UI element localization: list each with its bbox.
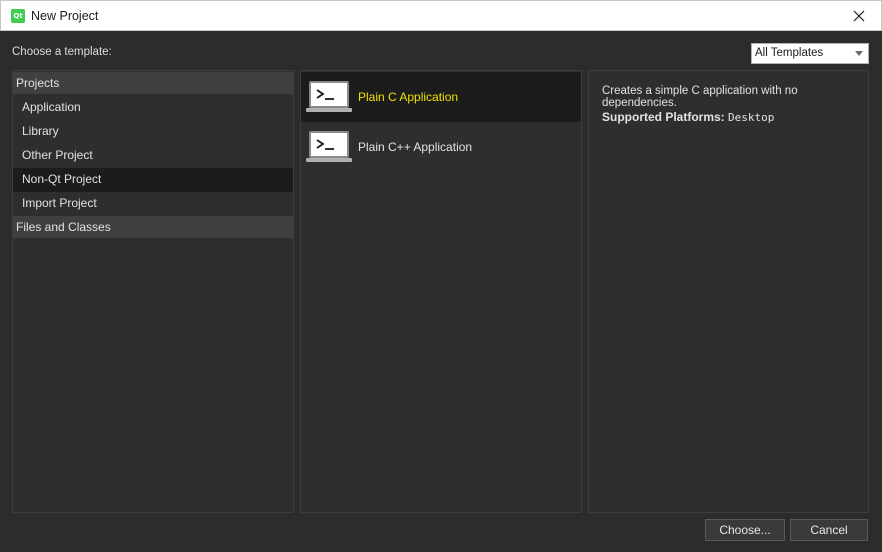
- category-item-application[interactable]: Application: [13, 96, 293, 120]
- terminal-laptop-icon: [306, 81, 352, 112]
- category-item-non-qt-project[interactable]: Non-Qt Project: [13, 168, 293, 192]
- template-label: Plain C++ Application: [358, 140, 473, 154]
- template-details-panel: Creates a simple C application with no d…: [588, 70, 869, 513]
- template-plain-c[interactable]: Plain C Application: [301, 72, 581, 122]
- category-item-import-project[interactable]: Import Project: [13, 192, 293, 216]
- template-list-panel: Plain C Application Plain C++ Applicatio…: [300, 70, 582, 513]
- template-plain-cpp[interactable]: Plain C++ Application: [301, 122, 581, 172]
- category-files-and-classes[interactable]: Files and Classes: [13, 216, 293, 238]
- supported-platforms: Supported Platforms: Desktop: [602, 110, 774, 124]
- close-button[interactable]: [837, 1, 881, 30]
- template-filter-value: All Templates: [755, 47, 824, 59]
- choose-template-label: Choose a template:: [12, 46, 112, 58]
- category-item-library[interactable]: Library: [13, 120, 293, 144]
- category-item-other-project[interactable]: Other Project: [13, 144, 293, 168]
- chevron-down-icon: [855, 51, 863, 56]
- window-title: New Project: [31, 9, 99, 23]
- choose-button[interactable]: Choose...: [705, 519, 785, 541]
- platforms-value: Desktop: [728, 111, 775, 124]
- template-filter-dropdown[interactable]: All Templates: [751, 43, 869, 64]
- qt-creator-icon: Qt: [11, 9, 25, 23]
- title-bar: Qt New Project: [0, 0, 882, 31]
- category-panel: Projects Application Library Other Proje…: [12, 70, 294, 513]
- category-projects[interactable]: Projects: [13, 72, 293, 94]
- platforms-label: Supported Platforms:: [602, 110, 725, 124]
- cancel-button[interactable]: Cancel: [790, 519, 868, 541]
- terminal-laptop-icon: [306, 131, 352, 162]
- close-icon: [853, 10, 865, 21]
- template-description: Creates a simple C application with no d…: [602, 85, 798, 109]
- template-label: Plain C Application: [358, 90, 459, 104]
